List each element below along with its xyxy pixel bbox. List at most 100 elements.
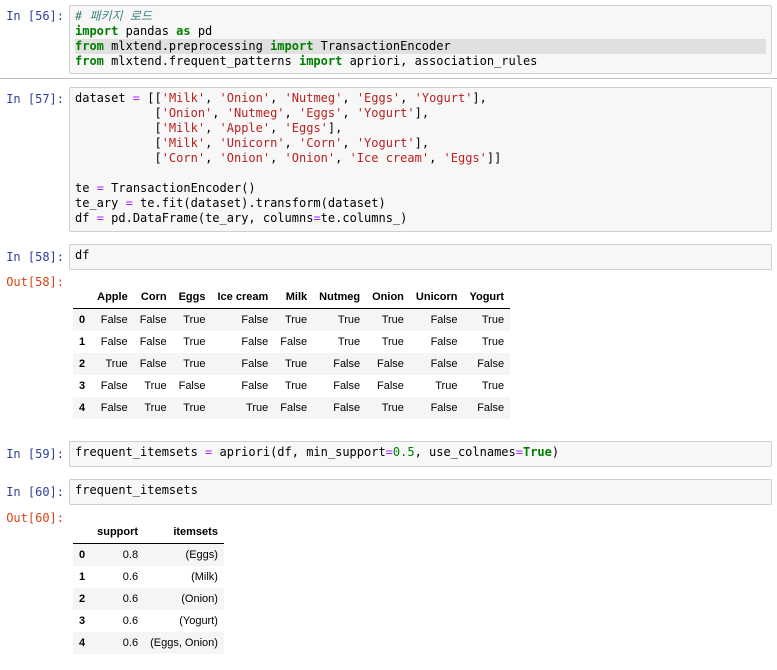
table-cell: (Eggs) <box>185 549 218 561</box>
table-row: 4 False True True True False False True False Fal… <box>73 397 511 419</box>
table-cell: True <box>381 402 404 414</box>
row-index: 4 <box>79 637 86 649</box>
table-cell: True <box>284 358 308 370</box>
code-cell[interactable]: # 패키지 로드 import pandas as pd from mlxtend.… <box>69 5 772 74</box>
output-prompt: Out[58]: <box>6 275 64 289</box>
column-header: itemsets <box>144 521 224 544</box>
table-cell: True <box>284 380 308 392</box>
table-cell: (Yogurt) <box>179 615 218 627</box>
table-cell: 0.6 <box>122 637 139 649</box>
table-cell: False <box>430 402 458 414</box>
code-cell[interactable]: dataset = [['Milk', 'Onion', 'Nutmeg', '… <box>69 87 772 232</box>
column-header: Ice cream <box>211 286 275 309</box>
table-cell: False <box>377 380 404 392</box>
column-header: Nutmeg <box>313 286 367 309</box>
table-cell: True <box>183 358 206 370</box>
code-line: # 패키지 로드 <box>75 9 152 23</box>
table-cell: True <box>144 380 167 392</box>
column-header: Unicorn <box>409 286 464 309</box>
code-cell[interactable]: frequent_itemsets <box>69 479 772 505</box>
table-row: 1 0.6 (Milk) <box>73 566 224 588</box>
table-cell: True <box>183 314 206 326</box>
table-row: 0 False False True False True True True False Tru… <box>73 308 511 331</box>
table-cell: False <box>477 358 505 370</box>
dataframe-table: Apple Corn Eggs Ice cream Milk Nutmeg Onion Uni… <box>73 286 511 419</box>
column-header <box>73 521 92 544</box>
table-cell: False <box>280 402 308 414</box>
input-prompt: In [60]: <box>6 485 64 499</box>
code-line: ['Milk', 'Apple', 'Eggs'], <box>75 121 343 135</box>
code-line: ['Onion', 'Nutmeg', 'Eggs', 'Yogurt'], <box>75 106 430 120</box>
code-line: te_ary = te.fit(dataset).transform(datas… <box>75 196 386 210</box>
table-cell: False <box>139 314 167 326</box>
table-row: 3 0.6 (Yogurt) <box>73 610 224 632</box>
row-index: 3 <box>79 380 86 392</box>
code-line: from mlxtend.frequent_patterns import ap… <box>75 54 538 68</box>
table-cell: False <box>333 402 361 414</box>
table-cell: True <box>381 336 404 348</box>
row-index: 0 <box>79 549 86 561</box>
table-row: 4 0.6 (Eggs, Onion) <box>73 632 224 654</box>
table-cell: False <box>241 314 269 326</box>
column-header: Milk <box>274 286 314 309</box>
row-index: 2 <box>79 358 86 370</box>
code-line: import pandas as pd <box>75 24 213 38</box>
table-row: 2 True False True False True False False False Fa… <box>73 353 511 375</box>
row-index: 3 <box>79 615 86 627</box>
table-cell: True <box>246 402 269 414</box>
input-prompt: In [57]: <box>6 92 64 106</box>
code-line: from mlxtend.preprocessing import Transa… <box>75 39 766 54</box>
output-prompt: Out[60]: <box>6 511 64 525</box>
table-cell: True <box>481 380 505 392</box>
column-header <box>73 286 92 309</box>
code-line: df <box>75 248 90 262</box>
row-index: 4 <box>79 402 86 414</box>
table-cell: 0.6 <box>122 593 139 605</box>
table-cell: False <box>139 358 167 370</box>
table-cell: True <box>284 314 308 326</box>
input-prompt: In [56]: <box>6 9 64 23</box>
column-header: Corn <box>133 286 173 309</box>
code-line: te = TransactionEncoder() <box>75 181 256 195</box>
column-header: Eggs <box>172 286 212 309</box>
table-cell: False <box>430 314 458 326</box>
table-cell: False <box>430 358 458 370</box>
table-row: 1 False False True False False True True False Tr… <box>73 331 510 353</box>
table-cell: True <box>183 402 206 414</box>
input-prompt: In [59]: <box>6 447 64 461</box>
code-line: ['Milk', 'Unicorn', 'Corn', 'Yogurt'], <box>75 136 430 150</box>
row-index: 1 <box>79 571 86 583</box>
code-line: frequent_itemsets = apriori(df, min_supp… <box>75 445 560 459</box>
table-cell: False <box>100 402 128 414</box>
table-row: 2 0.6 (Onion) <box>73 588 224 610</box>
column-header: Onion <box>366 286 410 309</box>
code-cell[interactable]: frequent_itemsets = apriori(df, min_supp… <box>69 441 772 467</box>
table-cell: (Eggs, Onion) <box>150 637 218 649</box>
table-cell: True <box>435 380 458 392</box>
table-row: 3 False True False False True False False True Tr… <box>73 375 510 397</box>
column-header: Yogurt <box>463 286 511 309</box>
table-cell: 0.6 <box>122 571 139 583</box>
table-cell: False <box>477 402 505 414</box>
table-cell: True <box>481 314 505 326</box>
code-line: frequent_itemsets <box>75 483 198 497</box>
table-cell: (Milk) <box>191 571 218 583</box>
table-cell: False <box>139 336 167 348</box>
table-cell: False <box>430 336 458 348</box>
code-line: dataset = [['Milk', 'Onion', 'Nutmeg', '… <box>75 91 487 105</box>
table-cell: True <box>105 358 128 370</box>
code-cell[interactable]: df <box>69 244 772 270</box>
table-cell: 0.6 <box>122 615 139 627</box>
row-index: 1 <box>79 336 86 348</box>
table-cell: False <box>333 358 361 370</box>
itemsets-table: support itemsets 0 0.8 (Eggs) 1 0.6 (Milk) 2 0.6 (… <box>73 521 224 654</box>
table-cell: True <box>337 336 361 348</box>
table-cell: False <box>100 380 128 392</box>
table-cell: False <box>333 380 361 392</box>
table-cell: True <box>183 336 206 348</box>
table-cell: False <box>377 358 404 370</box>
code-line: ['Corn', 'Onion', 'Onion', 'Ice cream', … <box>75 151 502 165</box>
table-cell: False <box>178 380 206 392</box>
table-cell: False <box>100 336 128 348</box>
